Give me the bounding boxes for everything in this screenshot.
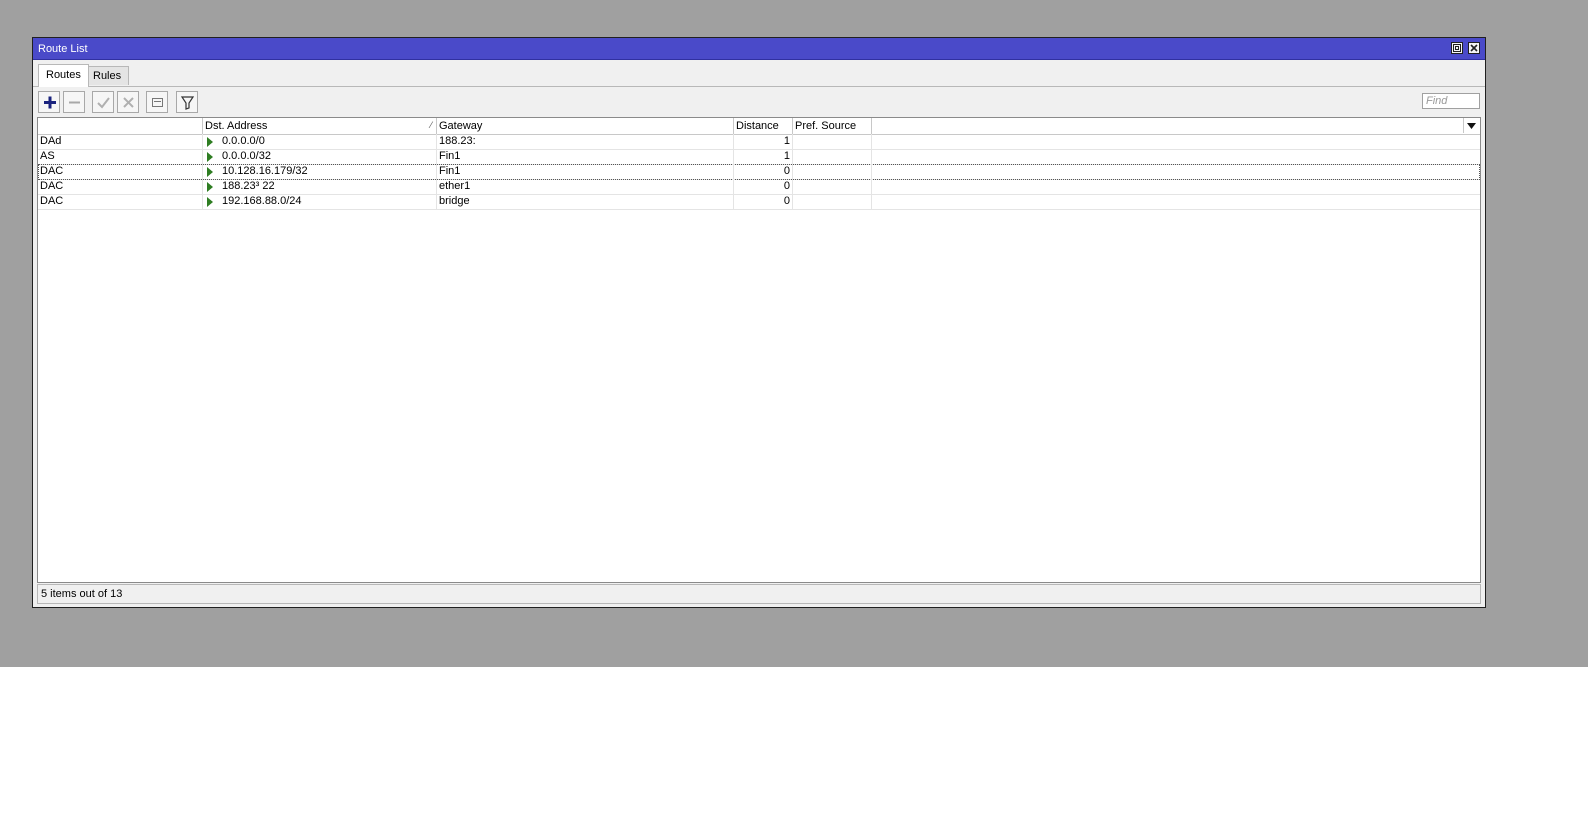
tab-rules[interactable]: Rules [85,66,130,85]
enable-button[interactable] [92,91,114,113]
cell-dst-address-text: 0.0.0.0/32 [222,150,271,162]
cell-flags: DAC [38,179,203,194]
column-menu-button[interactable] [1463,118,1480,133]
cell-filler [872,134,1480,149]
filter-button[interactable] [176,91,198,113]
cell-pref-source [793,194,872,209]
cell-gateway: 188.23: [437,134,734,149]
cell-distance-text: 1 [783,150,790,162]
disable-button[interactable] [117,91,139,113]
cell-distance-text: 1 [783,135,790,147]
cell-distance-text: 0 [783,165,790,177]
cell-gateway: Fin1 [437,164,734,179]
column-header-label: Dst. Address [205,120,268,132]
filter-icon [180,96,195,110]
cell-distance: 0 [734,194,793,209]
cell-dst-address: 0.0.0.0/0 [203,134,437,149]
table-row[interactable]: DAC 192.168.88.0/24 bridge 0 [38,194,1480,210]
cell-pref-source [793,149,872,164]
cell-gateway-text: bridge [439,195,470,207]
close-icon [1470,44,1478,52]
table-row[interactable]: DAd 0.0.0.0/0 188.23: 1 [38,134,1480,150]
comment-button[interactable] [146,91,168,113]
window-title: Route List [38,43,88,55]
cell-gateway: bridge [437,194,734,209]
find-input[interactable] [1422,93,1480,109]
cell-distance: 0 [734,179,793,194]
cell-flags: DAC [38,164,203,179]
column-header-pref-source[interactable]: Pref. Source [793,118,872,134]
column-header-distance[interactable]: Distance [734,118,793,134]
cell-filler [872,164,1480,179]
cell-gateway: ether1 [437,179,734,194]
cell-pref-source [793,164,872,179]
cell-dst-address: 192.168.88.0/24 [203,194,437,209]
cell-gateway-text: Fin1 [439,150,461,162]
cell-dst-address: 10.128.16.179/32 [203,164,437,179]
cell-flags: DAC [38,194,203,209]
status-text: 5 items out of 13 [41,588,123,600]
cell-distance: 0 [734,164,793,179]
route-active-icon [207,182,213,192]
cell-distance: 1 [734,149,793,164]
route-active-icon [207,167,213,177]
cell-flags-text: AS [40,150,55,162]
route-active-icon [207,137,213,147]
cell-dst-address-text: 0.0.0.0/0 [222,135,265,147]
cell-flags-text: DAC [40,165,64,177]
route-active-icon [207,152,213,162]
restore-button[interactable] [1451,42,1463,54]
remove-button[interactable] [63,91,85,113]
cell-dst-address: 0.0.0.0/32 [203,149,437,164]
cell-distance-text: 0 [783,195,790,207]
column-header-dst-address[interactable]: Dst. Address ⁄ [203,118,437,134]
routes-table: Dst. Address ⁄ Gateway Distance Pref. So… [37,117,1481,583]
cell-pref-source [793,179,872,194]
add-icon [44,96,56,109]
toolbar [38,91,1480,115]
cell-gateway-text: Fin1 [439,165,461,177]
route-active-icon [207,197,213,207]
table-header: Dst. Address ⁄ Gateway Distance Pref. So… [38,118,1480,135]
table-row[interactable]: DAC 188.23³ 22 ether1 0 [38,179,1480,195]
dropdown-arrow-icon [1467,123,1476,129]
cell-dst-address-text: 188.23³ 22 [222,180,275,192]
window-titlebar[interactable]: Route List [33,38,1485,60]
tab-divider [33,86,1485,87]
cell-gateway-text: 188.23: [439,135,476,147]
cell-dst-address: 188.23³ 22 [203,179,437,194]
cell-gateway: Fin1 [437,149,734,164]
table-row[interactable]: DAC 10.128.16.179/32 Fin1 0 [38,164,1480,180]
cell-flags: AS [38,149,203,164]
tab-routes[interactable]: Routes [38,64,89,87]
cell-filler [872,194,1480,209]
enable-icon [97,97,110,109]
comment-icon [152,98,163,107]
restore-icon [1453,44,1461,52]
table-row[interactable]: AS 0.0.0.0/32 Fin1 1 [38,149,1480,165]
cell-flags: DAd [38,134,203,149]
cell-flags-text: DAC [40,195,64,207]
add-button[interactable] [38,91,60,113]
cell-dst-address-text: 192.168.88.0/24 [222,195,302,207]
route-list-window: Route List Routes Rules Find Dst. Addres… [32,37,1486,608]
close-button[interactable] [1468,42,1480,54]
cell-flags-text: DAd [40,135,62,147]
column-header-flags[interactable] [38,118,203,134]
disable-icon [123,97,134,108]
cell-filler [872,179,1480,194]
column-header-gateway[interactable]: Gateway [437,118,734,134]
status-bar: 5 items out of 13 [37,584,1481,604]
cell-gateway-text: ether1 [439,180,471,192]
cell-distance: 1 [734,134,793,149]
cell-flags-text: DAC [40,180,64,192]
cell-filler [872,149,1480,164]
cell-distance-text: 0 [783,180,790,192]
remove-icon [69,101,80,104]
sort-indicator-icon: ⁄ [430,120,432,130]
cell-pref-source [793,134,872,149]
cell-dst-address-text: 10.128.16.179/32 [222,165,308,177]
